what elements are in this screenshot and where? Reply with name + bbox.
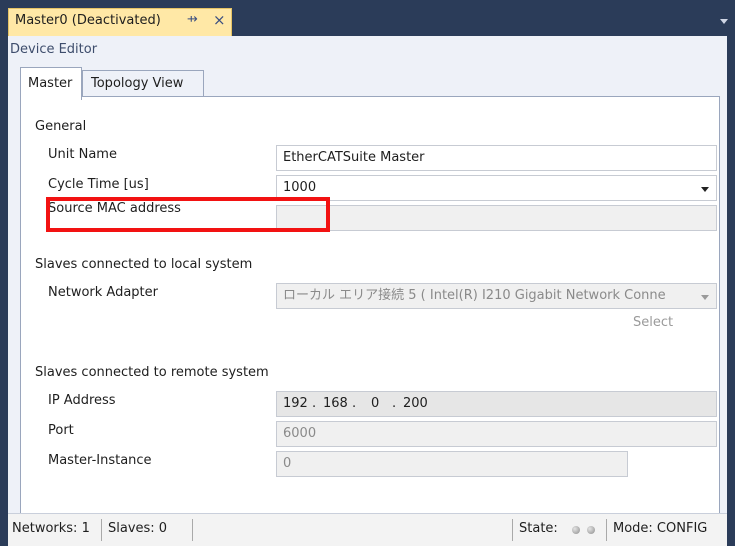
cycle-time-value: 1000: [283, 180, 317, 195]
close-icon[interactable]: ×: [213, 11, 226, 29]
pin-icon[interactable]: ⇸: [187, 12, 198, 27]
ip-octet-3: 0: [371, 396, 380, 411]
select-adapter-button[interactable]: Select: [633, 315, 673, 330]
ip-octet-1: 192: [283, 396, 308, 411]
device-editor: Device Editor Master Topology View Gener…: [8, 36, 727, 546]
status-separator: [512, 519, 513, 541]
tab-master-label: Master: [28, 76, 73, 91]
networks-count: Networks: 1: [12, 521, 90, 536]
state-label: State:: [519, 521, 558, 536]
status-separator: [606, 519, 607, 541]
cycle-time-label: Cycle Time [us]: [48, 177, 149, 192]
port-label: Port: [48, 423, 74, 438]
ip-octet-2: 168: [323, 396, 348, 411]
unit-name-field[interactable]: EtherCATSuite Master: [276, 145, 717, 171]
unit-name-label: Unit Name: [48, 147, 117, 162]
document-tab-strip: Master0 (Deactivated) ⇸ ×: [0, 0, 735, 36]
chevron-down-icon: [701, 187, 709, 192]
ip-dot-2: .: [352, 396, 357, 411]
ip-dot-1: .: [312, 396, 317, 411]
slaves-count: Slaves: 0: [108, 521, 168, 536]
network-adapter-dropdown[interactable]: ローカル エリア接続 5 ( Intel(R) I210 Gigabit Net…: [276, 283, 717, 309]
document-tab-master0[interactable]: Master0 (Deactivated) ⇸ ×: [8, 8, 232, 36]
tab-topology-view[interactable]: Topology View: [82, 70, 204, 97]
status-separator: [192, 519, 193, 541]
source-mac-label: Source MAC address: [48, 201, 181, 216]
chevron-down-icon: [701, 295, 709, 300]
ip-octet-4: 200: [403, 396, 428, 411]
ip-dot-3: .: [392, 396, 397, 411]
device-editor-title: Device Editor: [10, 42, 98, 57]
cycle-time-dropdown[interactable]: 1000: [276, 175, 717, 201]
master-instance-label: Master-Instance: [48, 453, 152, 468]
status-bar: Networks: 1 Slaves: 0 State: Mode: CONFI…: [8, 513, 727, 546]
tab-master[interactable]: Master: [20, 67, 82, 100]
ip-address-field[interactable]: 192 . 168 . 0 . 200: [276, 391, 717, 417]
state-indicator-icon: [572, 526, 580, 534]
mode-indicator: Mode: CONFIG: [613, 521, 708, 536]
port-field[interactable]: 6000: [276, 421, 717, 447]
state-indicator-icon: [587, 526, 595, 534]
tab-topology-view-label: Topology View: [91, 76, 184, 91]
general-section-title: General: [35, 119, 87, 134]
source-mac-field[interactable]: [276, 205, 717, 231]
master-instance-field[interactable]: 0: [276, 451, 628, 477]
local-system-section-title: Slaves connected to local system: [35, 257, 253, 272]
tab-overflow-chevron-down-icon[interactable]: [720, 19, 728, 24]
document-tab-title: Master0 (Deactivated): [15, 13, 161, 28]
remote-system-section-title: Slaves connected to remote system: [35, 365, 269, 380]
status-separator: [101, 519, 102, 541]
network-adapter-label: Network Adapter: [48, 285, 158, 300]
master-settings-panel: General Unit Name EtherCATSuite Master C…: [20, 96, 720, 536]
editor-tab-container: Master Topology View General Unit Name E…: [16, 60, 720, 540]
device-editor-header: Device Editor: [8, 40, 727, 60]
ip-address-label: IP Address: [48, 393, 116, 408]
network-adapter-value: ローカル エリア接続 5 ( Intel(R) I210 Gigabit Net…: [283, 288, 666, 303]
